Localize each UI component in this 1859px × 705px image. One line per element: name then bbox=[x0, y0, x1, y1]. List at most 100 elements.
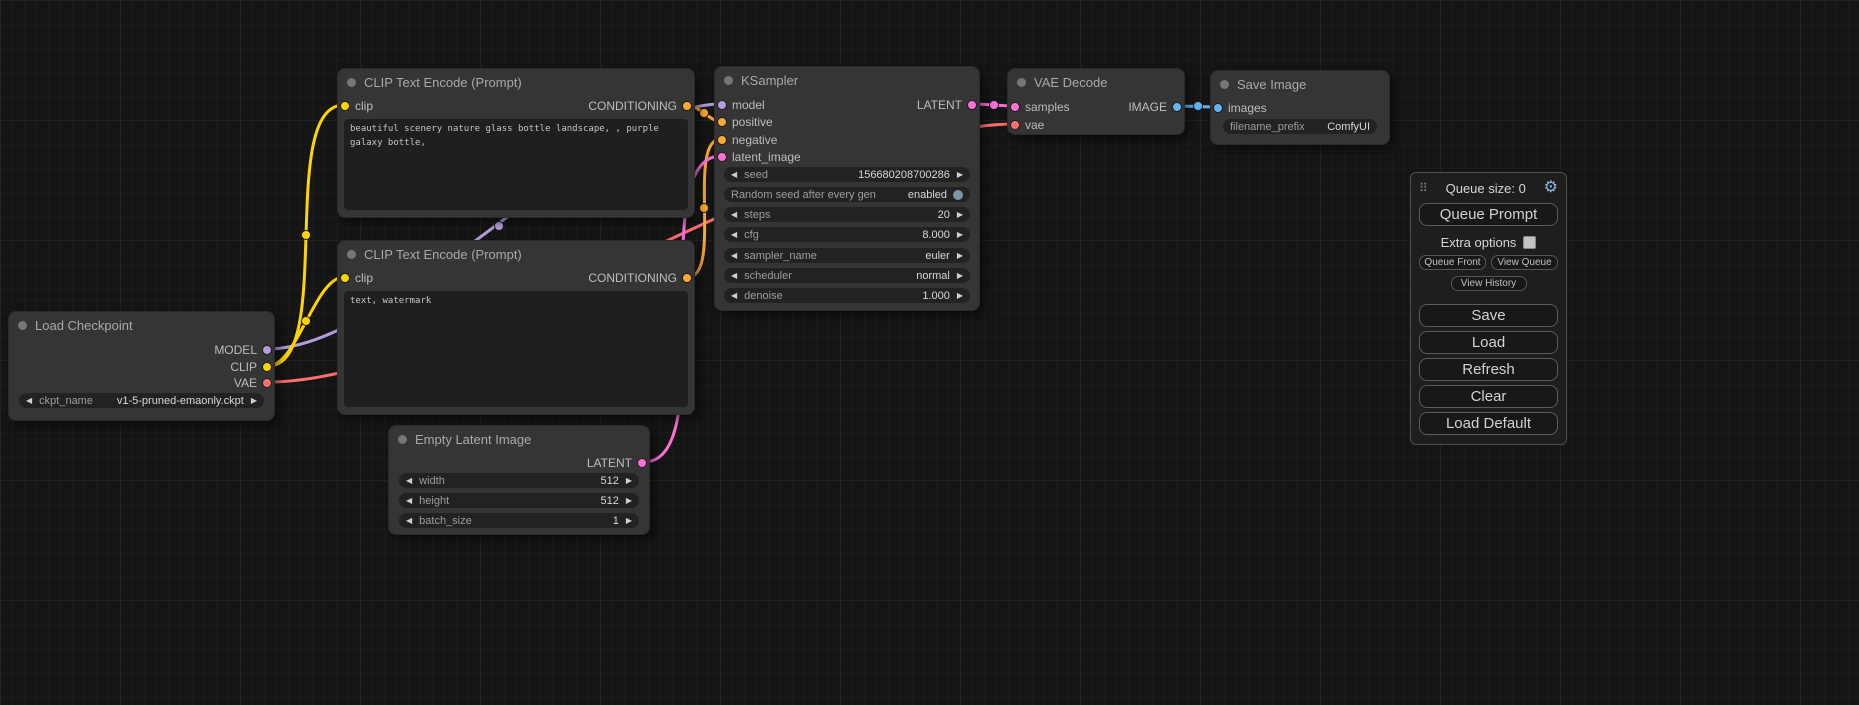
increment-arrow-icon[interactable]: ▶ bbox=[957, 252, 963, 260]
increment-arrow-icon[interactable]: ▶ bbox=[957, 231, 963, 239]
view-queue-button[interactable]: View Queue bbox=[1491, 255, 1558, 270]
collapse-dot[interactable] bbox=[398, 435, 407, 444]
images-input-slot[interactable] bbox=[1213, 103, 1223, 113]
clip-input-slot[interactable] bbox=[340, 101, 350, 111]
increment-arrow-icon[interactable]: ▶ bbox=[626, 517, 632, 525]
random-seed-toggle-widget[interactable]: Random seed after every gen enabled bbox=[724, 187, 970, 202]
widget-label: denoise bbox=[744, 290, 783, 302]
node-graph-canvas[interactable]: Load Checkpoint MODEL CLIP VAE ◀ ckpt_na… bbox=[0, 0, 1859, 705]
collapse-dot[interactable] bbox=[1220, 80, 1229, 89]
decrement-arrow-icon[interactable]: ◀ bbox=[406, 517, 412, 525]
view-history-button[interactable]: View History bbox=[1451, 276, 1527, 291]
latent-output-label: LATENT bbox=[587, 456, 632, 470]
height-widget[interactable]: ◀ height 512 ▶ bbox=[399, 493, 639, 508]
positive-input-slot[interactable] bbox=[717, 117, 727, 127]
node-title-bar: CLIP Text Encode (Prompt) bbox=[338, 241, 694, 267]
scheduler-widget[interactable]: ◀ scheduler normal ▶ bbox=[724, 268, 970, 283]
extra-options-checkbox[interactable] bbox=[1523, 236, 1536, 249]
clear-button[interactable]: Clear bbox=[1419, 385, 1558, 408]
samples-input-slot[interactable] bbox=[1010, 102, 1020, 112]
conditioning-output-label: CONDITIONING bbox=[588, 99, 677, 113]
increment-arrow-icon[interactable]: ▶ bbox=[957, 272, 963, 280]
filename-prefix-widget[interactable]: filename_prefix ComfyUI bbox=[1223, 119, 1377, 134]
latent-output-slot[interactable] bbox=[637, 458, 647, 468]
node-ksampler[interactable]: KSampler model positive negative latent_… bbox=[714, 66, 980, 311]
conditioning-output-slot[interactable] bbox=[682, 273, 692, 283]
widget-value: 512 bbox=[600, 495, 618, 507]
node-vae-decode[interactable]: VAE Decode samples vae IMAGE bbox=[1007, 68, 1185, 135]
comfy-menu-panel: ⠿ Queue size: 0 ⚙ Queue Prompt Extra opt… bbox=[1410, 172, 1567, 445]
collapse-dot[interactable] bbox=[724, 76, 733, 85]
extra-options-label: Extra options bbox=[1441, 235, 1517, 250]
node-title: KSampler bbox=[741, 73, 798, 88]
drag-handle-icon[interactable]: ⠿ bbox=[1419, 181, 1428, 195]
node-empty-latent-image[interactable]: Empty Latent Image LATENT ◀ width 512 ▶ … bbox=[388, 425, 650, 535]
vae-input-slot[interactable] bbox=[1010, 120, 1020, 130]
steps-widget[interactable]: ◀ steps 20 ▶ bbox=[724, 207, 970, 222]
increment-arrow-icon[interactable]: ▶ bbox=[957, 211, 963, 219]
decrement-arrow-icon[interactable]: ◀ bbox=[731, 231, 737, 239]
load-default-button[interactable]: Load Default bbox=[1419, 412, 1558, 435]
seed-widget[interactable]: ◀ seed 156680208700286 ▶ bbox=[724, 167, 970, 182]
decrement-arrow-icon[interactable]: ◀ bbox=[731, 211, 737, 219]
positive-prompt-textarea[interactable]: beautiful scenery nature glass bottle la… bbox=[344, 119, 688, 210]
widget-value: 20 bbox=[938, 209, 950, 221]
collapse-dot[interactable] bbox=[347, 250, 356, 259]
collapse-dot[interactable] bbox=[1017, 78, 1026, 87]
node-clip-text-encode-negative[interactable]: CLIP Text Encode (Prompt) clip CONDITION… bbox=[337, 240, 695, 415]
node-save-image[interactable]: Save Image images filename_prefix ComfyU… bbox=[1210, 70, 1390, 145]
node-title-bar: KSampler bbox=[715, 67, 979, 93]
clip-input-slot[interactable] bbox=[340, 273, 350, 283]
model-input-slot[interactable] bbox=[717, 100, 727, 110]
queue-front-button[interactable]: Queue Front bbox=[1419, 255, 1486, 270]
widget-value: 512 bbox=[600, 475, 618, 487]
decrement-arrow-icon[interactable]: ◀ bbox=[406, 497, 412, 505]
increment-arrow-icon[interactable]: ▶ bbox=[626, 497, 632, 505]
batch-size-widget[interactable]: ◀ batch_size 1 ▶ bbox=[399, 513, 639, 528]
queue-prompt-button[interactable]: Queue Prompt bbox=[1419, 203, 1558, 226]
increment-arrow-icon[interactable]: ▶ bbox=[957, 292, 963, 300]
collapse-dot[interactable] bbox=[347, 78, 356, 87]
settings-gear-icon[interactable]: ⚙ bbox=[1544, 180, 1558, 196]
negative-input-label: negative bbox=[732, 133, 777, 147]
load-button[interactable]: Load bbox=[1419, 331, 1558, 354]
decrement-arrow-icon[interactable]: ◀ bbox=[731, 171, 737, 179]
toggle-indicator-icon[interactable] bbox=[953, 190, 963, 200]
save-button[interactable]: Save bbox=[1419, 304, 1558, 327]
ckpt-name-widget[interactable]: ◀ ckpt_name v1-5-pruned-emaonly.ckpt ▶ bbox=[19, 393, 264, 408]
width-widget[interactable]: ◀ width 512 ▶ bbox=[399, 473, 639, 488]
node-title: Save Image bbox=[1237, 77, 1306, 92]
decrement-arrow-icon[interactable]: ◀ bbox=[26, 397, 32, 405]
node-clip-text-encode-positive[interactable]: CLIP Text Encode (Prompt) clip CONDITION… bbox=[337, 68, 695, 218]
widget-label: height bbox=[419, 495, 449, 507]
increment-arrow-icon[interactable]: ▶ bbox=[626, 477, 632, 485]
node-title-bar: Save Image bbox=[1211, 71, 1389, 97]
negative-prompt-textarea[interactable]: text, watermark bbox=[344, 291, 688, 407]
vae-output-slot[interactable] bbox=[262, 378, 272, 388]
conditioning-output-slot[interactable] bbox=[682, 101, 692, 111]
negative-input-slot[interactable] bbox=[717, 135, 727, 145]
model-output-slot[interactable] bbox=[262, 345, 272, 355]
decrement-arrow-icon[interactable]: ◀ bbox=[406, 477, 412, 485]
decrement-arrow-icon[interactable]: ◀ bbox=[731, 292, 737, 300]
increment-arrow-icon[interactable]: ▶ bbox=[251, 397, 257, 405]
cfg-widget[interactable]: ◀ cfg 8.000 ▶ bbox=[724, 227, 970, 242]
image-output-slot[interactable] bbox=[1172, 102, 1182, 112]
node-load-checkpoint[interactable]: Load Checkpoint MODEL CLIP VAE ◀ ckpt_na… bbox=[8, 311, 275, 421]
latent-output-slot[interactable] bbox=[967, 100, 977, 110]
decrement-arrow-icon[interactable]: ◀ bbox=[731, 272, 737, 280]
latent-output-label: LATENT bbox=[917, 98, 962, 112]
refresh-button[interactable]: Refresh bbox=[1419, 358, 1558, 381]
node-title-bar: CLIP Text Encode (Prompt) bbox=[338, 69, 694, 95]
image-output-label: IMAGE bbox=[1128, 100, 1167, 114]
latent-image-input-slot[interactable] bbox=[717, 152, 727, 162]
widget-value: euler bbox=[925, 250, 949, 262]
increment-arrow-icon[interactable]: ▶ bbox=[957, 171, 963, 179]
decrement-arrow-icon[interactable]: ◀ bbox=[731, 252, 737, 260]
clip-input-label: clip bbox=[355, 99, 373, 113]
collapse-dot[interactable] bbox=[18, 321, 27, 330]
clip-output-slot[interactable] bbox=[262, 362, 272, 372]
denoise-widget[interactable]: ◀ denoise 1.000 ▶ bbox=[724, 288, 970, 303]
widget-value: 8.000 bbox=[922, 229, 950, 241]
sampler-name-widget[interactable]: ◀ sampler_name euler ▶ bbox=[724, 248, 970, 263]
